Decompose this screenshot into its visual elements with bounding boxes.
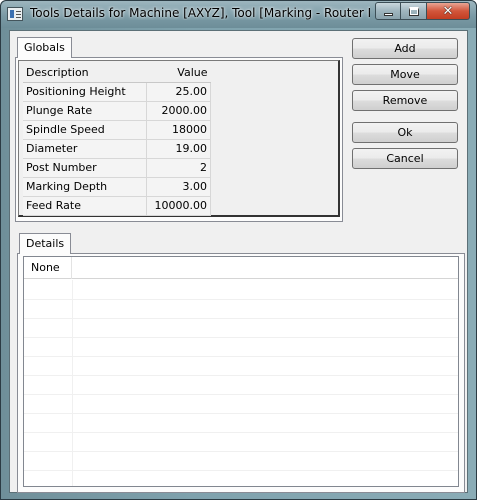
details-column-divider xyxy=(72,280,73,486)
details-row-line xyxy=(24,299,458,300)
details-row-line xyxy=(24,375,458,376)
tab-details[interactable]: Details xyxy=(19,233,72,254)
grid-cell-description[interactable]: Positioning Height xyxy=(23,82,147,102)
title-bar[interactable]: Tools Details for Machine [AXYZ], Tool [… xyxy=(1,1,476,28)
globals-grid-frame: Description Value Positioning Height 25.0… xyxy=(18,60,340,217)
grid-cell-value[interactable]: 25.00 xyxy=(146,82,211,102)
dialog-window: Tools Details for Machine [AXYZ], Tool [… xyxy=(0,0,477,500)
close-button[interactable]: ✕ xyxy=(427,2,470,20)
grid-cell-value[interactable]: 18000 xyxy=(146,120,211,140)
details-row-line xyxy=(24,394,458,395)
window-app-icon[interactable] xyxy=(7,7,23,21)
details-row-line xyxy=(24,451,458,452)
add-button[interactable]: Add xyxy=(352,38,458,59)
details-row-line xyxy=(24,337,458,338)
maximize-icon xyxy=(408,6,419,16)
grid-header-value[interactable]: Value xyxy=(146,63,211,83)
details-row-line xyxy=(24,356,458,357)
globals-grid-row[interactable]: Positioning Height 25.00 xyxy=(23,82,211,102)
details-list[interactable]: None xyxy=(23,256,459,487)
minimize-button[interactable] xyxy=(375,2,401,20)
cancel-button[interactable]: Cancel xyxy=(352,148,458,169)
grid-cell-value[interactable]: 2 xyxy=(146,158,211,178)
globals-tab-panel: Description Value Positioning Height 25.0… xyxy=(15,57,343,222)
globals-grid-body: Positioning Height 25.00 Plunge Rate 2000.0… xyxy=(23,82,211,216)
grid-cell-value[interactable]: 19.00 xyxy=(146,139,211,159)
ok-button[interactable]: Ok xyxy=(352,122,458,143)
grid-cell-description[interactable]: Marking Depth xyxy=(23,177,147,197)
grid-cell-description[interactable]: Post Number xyxy=(23,158,147,178)
globals-grid-row[interactable]: Feed Rate 10000.00 xyxy=(23,196,211,216)
details-row-line xyxy=(24,470,458,471)
dialog-client-area: Globals Description Value Positioning He… xyxy=(9,30,468,493)
grid-cell-value[interactable]: 2000.00 xyxy=(146,101,211,121)
details-row-line xyxy=(24,413,458,414)
details-list-header: None xyxy=(24,257,458,279)
details-list-rows xyxy=(24,280,458,486)
globals-grid: Description Value Positioning Height 25.0… xyxy=(23,63,211,216)
globals-grid-row[interactable]: Marking Depth 3.00 xyxy=(23,177,211,197)
details-column-header[interactable]: None xyxy=(24,257,72,279)
grid-cell-description[interactable]: Diameter xyxy=(23,139,147,159)
grid-cell-description[interactable]: Feed Rate xyxy=(23,196,147,216)
grid-cell-description[interactable]: Spindle Speed xyxy=(23,120,147,140)
grid-cell-description[interactable]: Plunge Rate xyxy=(23,101,147,121)
globals-grid-row[interactable]: Spindle Speed 18000 xyxy=(23,120,211,140)
remove-button[interactable]: Remove xyxy=(352,90,458,111)
details-row-line xyxy=(24,318,458,319)
details-row-line xyxy=(24,432,458,433)
globals-grid-row[interactable]: Post Number 2 xyxy=(23,158,211,178)
grid-cell-value[interactable]: 3.00 xyxy=(146,177,211,197)
window-title: Tools Details for Machine [AXYZ], Tool [… xyxy=(30,6,370,20)
globals-grid-row[interactable]: Plunge Rate 2000.00 xyxy=(23,101,211,121)
caption-buttons: ✕ xyxy=(375,2,470,21)
grid-cell-value[interactable]: 10000.00 xyxy=(146,196,211,216)
tab-globals[interactable]: Globals xyxy=(17,37,72,58)
close-icon: ✕ xyxy=(442,3,454,19)
grid-header-description[interactable]: Description xyxy=(23,63,147,83)
globals-grid-row[interactable]: Diameter 19.00 xyxy=(23,139,211,159)
maximize-button[interactable] xyxy=(401,2,427,20)
minimize-icon xyxy=(383,13,393,16)
move-button[interactable]: Move xyxy=(352,64,458,85)
